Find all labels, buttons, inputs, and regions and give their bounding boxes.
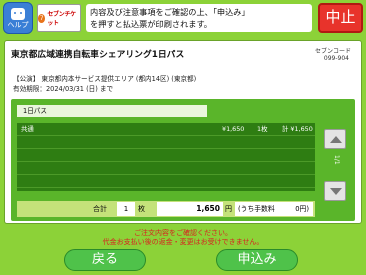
order-table: 共通 ¥1,650 1枚 計 ¥1,650 (17, 123, 315, 191)
fee-box: (うち手数料 0円) (235, 202, 313, 216)
yen-label: 円 (225, 205, 232, 213)
total-amount: 1,650 (157, 202, 223, 216)
seven-code-value: 099-904 (323, 55, 349, 62)
instruction-message: 内容及び注意事項をご確認の上、「申込み」 を押すと払込票が印刷されます。 (86, 4, 312, 32)
order-area: 1日パス 共通 ¥1,650 1枚 計 ¥1,650 1/1 合計 1 枚 1,… (11, 99, 355, 221)
validity-info: 有効期限：2024/03/31 (日) まで (13, 85, 114, 93)
ticket-title: 東京都広域連携自転車シェアリング1日パス (11, 50, 185, 60)
table-row (17, 149, 315, 162)
seven-ticket-logo: 7 セブンチケット (37, 4, 81, 32)
quit-button[interactable]: 中止 (318, 3, 363, 33)
help-label: ヘルプ (7, 20, 29, 29)
table-row: 共通 ¥1,650 1枚 計 ¥1,650 (17, 123, 315, 136)
total-label: 合計 (93, 205, 107, 213)
performance-info: 【公演】 東京都内本サービス提供エリア (都内14区) (東京都) (13, 75, 197, 83)
help-button[interactable]: ヘルプ (3, 2, 33, 34)
category-tab: 1日パス (17, 105, 207, 117)
ticket-panel: 東京都広域連携自転車シェアリング1日パス セブンコード 099-904 【公演】… (4, 40, 362, 224)
instruction-line-2: を押すと払込票が印刷されます。 (90, 19, 212, 29)
table-row (17, 136, 315, 149)
scroll-down-button[interactable] (324, 181, 346, 201)
instruction-line-1: 内容及び注意事項をご確認の上、「申込み」 (90, 7, 250, 17)
fee-value: 0円) (295, 205, 309, 213)
notice-line-2: 代金お支払い後の返金・変更はお受けできません。 (102, 238, 264, 246)
arrow-up-icon (330, 136, 342, 143)
row-name: 共通 (21, 125, 34, 133)
row-price: ¥1,650 (222, 125, 245, 133)
fee-label: (うち手数料 (238, 205, 275, 213)
table-row (17, 175, 315, 188)
seven-code-label: セブンコード (314, 48, 351, 55)
scroll-controls: 1/1 (323, 123, 349, 215)
total-unit: 枚 (138, 205, 145, 213)
top-bar: ヘルプ 7 セブンチケット 内容及び注意事項をご確認の上、「申込み」 を押すと払… (0, 0, 366, 36)
table-row (17, 162, 315, 175)
back-button[interactable]: 戻る (64, 249, 146, 271)
total-bar: 合計 1 枚 1,650 円 (うち手数料 0円) (17, 201, 315, 217)
scroll-up-button[interactable] (324, 129, 346, 149)
row-subtotal: 計 ¥1,650 (282, 125, 313, 133)
row-qty: 1枚 (257, 125, 268, 133)
help-robot-icon (11, 7, 25, 20)
apply-button[interactable]: 申込み (216, 249, 298, 271)
page-indicator: 1/1 (333, 155, 340, 165)
total-quantity: 1 (117, 202, 135, 216)
brand-text: セブンチケット (47, 11, 76, 27)
arrow-down-icon (330, 188, 342, 195)
seven-logo-icon: 7 (38, 13, 46, 23)
